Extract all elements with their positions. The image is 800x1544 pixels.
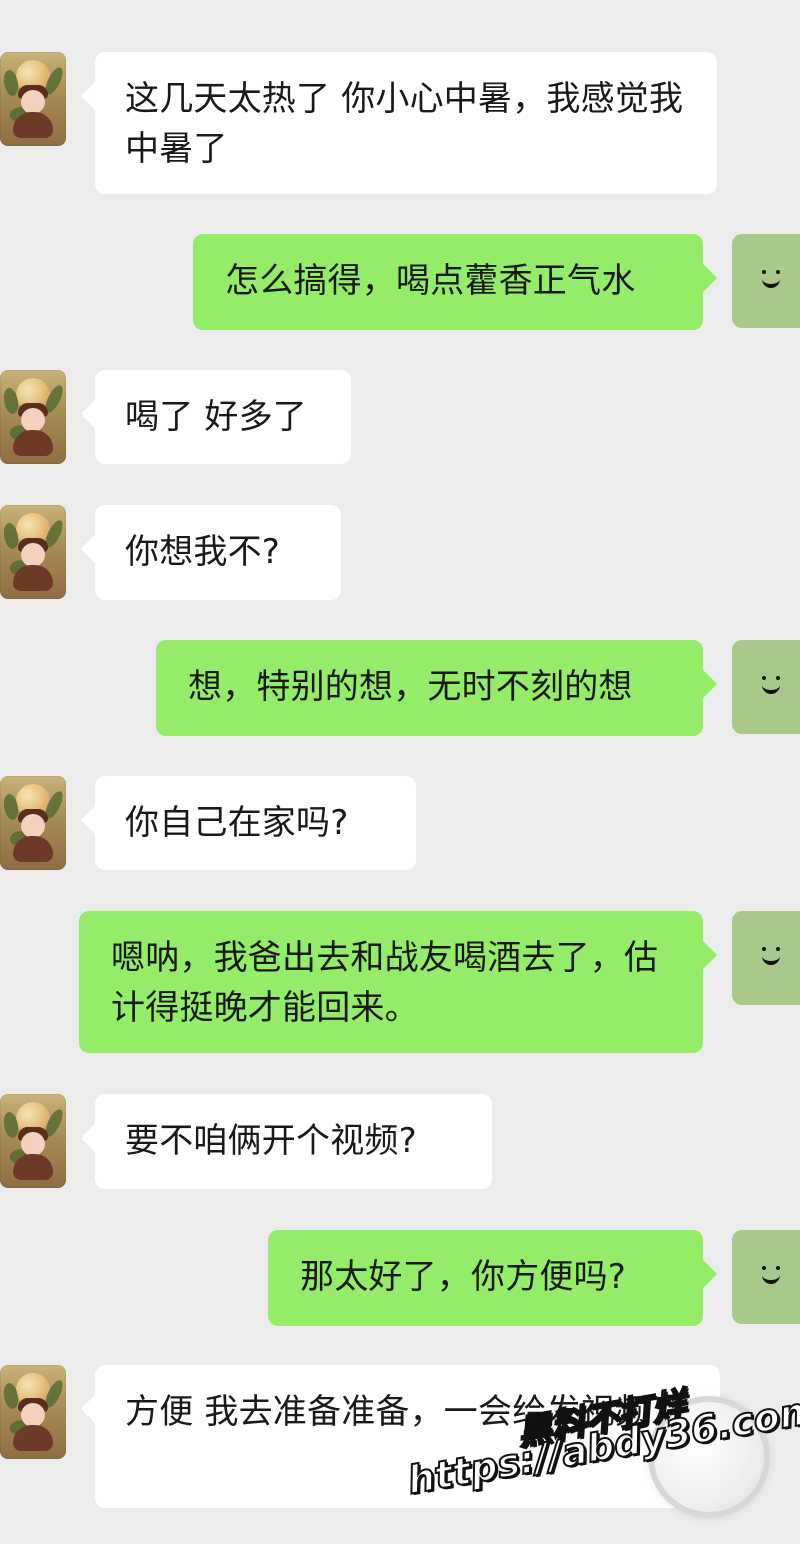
smile-avatar-icon bbox=[732, 234, 800, 328]
message-row-left-4: 你自己在家吗? bbox=[0, 776, 800, 870]
message-bubble-right: 怎么搞得，喝点藿香正气水 bbox=[193, 234, 703, 330]
message-row-right-1: 怎么搞得，喝点藿香正气水 bbox=[0, 234, 800, 330]
smile-avatar-icon bbox=[732, 1230, 800, 1324]
message-bubble-right: 那太好了，你方便吗? bbox=[268, 1230, 703, 1326]
avatar-left-icon bbox=[0, 1365, 66, 1459]
message-row-left-2: 喝了 好多了 bbox=[0, 370, 800, 464]
avatar-left-icon bbox=[0, 505, 66, 599]
message-row-left-3: 你想我不? bbox=[0, 505, 800, 600]
message-row-right-3: 嗯呐，我爸出去和战友喝酒去了，估计得挺晚才能回来。 bbox=[0, 911, 800, 1053]
avatar-left-icon bbox=[0, 1094, 66, 1188]
watermark: 黑料不打烊 https://abdy36.com bbox=[403, 1384, 800, 1536]
smile-avatar-icon bbox=[732, 911, 800, 1005]
message-bubble-right: 嗯呐，我爸出去和战友喝酒去了，估计得挺晚才能回来。 bbox=[79, 911, 703, 1053]
smile-avatar-icon bbox=[732, 640, 800, 734]
avatar-left-icon bbox=[0, 52, 66, 146]
message-bubble-left: 你自己在家吗? bbox=[95, 776, 416, 870]
message-bubble-left: 这几天太热了 你小心中暑，我感觉我中暑了 bbox=[95, 52, 717, 194]
message-row-right-4: 那太好了，你方便吗? bbox=[0, 1230, 800, 1326]
message-row-right-2: 想，特别的想，无时不刻的想 bbox=[0, 640, 800, 736]
message-row-left-5: 要不咱俩开个视频? bbox=[0, 1094, 800, 1189]
message-bubble-right: 想，特别的想，无时不刻的想 bbox=[156, 640, 703, 736]
message-bubble-left: 要不咱俩开个视频? bbox=[95, 1094, 492, 1189]
avatar-left-icon bbox=[0, 370, 66, 464]
message-bubble-left: 你想我不? bbox=[95, 505, 341, 600]
message-bubble-left: 喝了 好多了 bbox=[95, 370, 351, 464]
chat-thread: 这几天太热了 你小心中暑，我感觉我中暑了 怎么搞得，喝点藿香正气水 喝了 好多了… bbox=[0, 0, 800, 1544]
message-row-left-1: 这几天太热了 你小心中暑，我感觉我中暑了 bbox=[0, 52, 800, 194]
avatar-left-icon bbox=[0, 776, 66, 870]
